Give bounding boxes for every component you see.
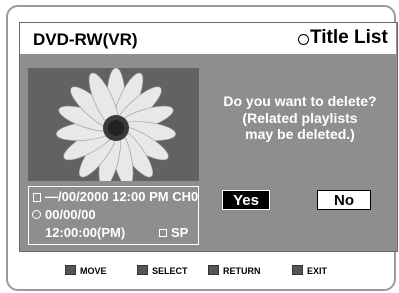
- no-button[interactable]: No: [317, 190, 371, 210]
- hint-return-label: RETURN: [223, 266, 261, 276]
- delete-dialog: Do you want to delete? (Related playlist…: [210, 92, 390, 142]
- select-icon: [137, 265, 148, 275]
- lock-icon: [159, 229, 167, 237]
- dialog-note-line2: may be deleted.): [245, 126, 355, 142]
- hint-move: MOVE: [65, 265, 107, 276]
- clock-icon: [32, 210, 41, 219]
- return-icon: [208, 265, 219, 275]
- date-channel: —/00/2000 12:00 PM CH0: [45, 189, 199, 204]
- hint-select: SELECT: [137, 265, 188, 276]
- disc-icon: [298, 34, 309, 45]
- dialog-question: Do you want to delete?: [223, 93, 377, 109]
- calendar-icon: [33, 193, 41, 202]
- yes-button[interactable]: Yes: [222, 190, 270, 210]
- footer-hints: MOVE SELECT RETURN EXIT: [19, 261, 396, 283]
- device-label: DVD-RW(VR): [33, 30, 138, 49]
- page-title: Title List: [310, 27, 388, 48]
- flower-image: [28, 68, 199, 181]
- title-info-box: —/00/2000 12:00 PM CH0 00/00/00 12:00:00…: [28, 186, 199, 245]
- hint-move-label: MOVE: [80, 266, 107, 276]
- dialog-note-line1: (Related playlists: [242, 110, 358, 126]
- record-mode: SP: [171, 225, 189, 240]
- length-date: 00/00/00: [45, 207, 96, 222]
- hint-select-label: SELECT: [152, 266, 188, 276]
- hint-exit-label: EXIT: [307, 266, 328, 276]
- exit-icon: [292, 265, 303, 275]
- hint-exit: EXIT: [292, 265, 327, 276]
- hint-return: RETURN: [208, 265, 261, 276]
- move-icon: [65, 265, 76, 275]
- title-bar: DVD-RW(VR) Title List: [20, 23, 396, 54]
- length-time: 12:00:00(PM): [45, 225, 126, 240]
- title-thumbnail: [28, 68, 199, 181]
